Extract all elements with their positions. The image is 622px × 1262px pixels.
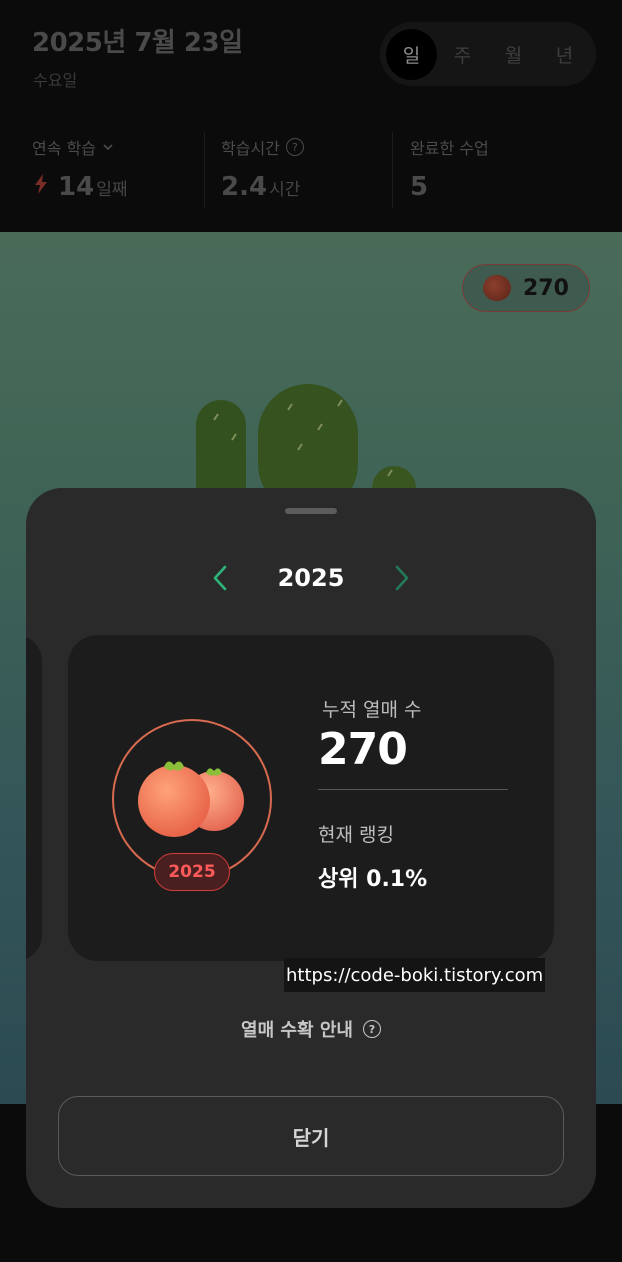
previous-year-card[interactable] [26, 635, 42, 961]
stat-streak-value: 14 [58, 172, 95, 202]
stat-streak-label-row: 연속 학습 [32, 136, 127, 158]
fruit-badge: 2025 [112, 719, 272, 891]
stat-study-time-value-row: 2.4 시간 [221, 172, 304, 202]
rank-value: 상위 0.1% [318, 867, 428, 892]
stat-streak-label: 연속 학습 [32, 139, 96, 158]
lightning-icon [35, 174, 47, 194]
next-year-button[interactable] [386, 562, 418, 594]
year-label: 2025 [277, 564, 345, 592]
rank-label: 현재 랭킹 [318, 824, 394, 846]
fruit-count-chip[interactable]: 270 [462, 264, 590, 312]
year-badge: 2025 [154, 853, 230, 891]
watermark-text: https://code-boki.tistory.com [284, 958, 546, 992]
year-fruit-card: 2025 누적 열매 수 270 현재 랭킹 상위 0.1% [68, 635, 554, 961]
header: 2025년 7월 23일 수요일 일 주 월 년 연속 학습 14 일째 학습시… [0, 0, 622, 232]
question-icon: ? [362, 1020, 381, 1038]
page-title: 2025년 7월 23일 [32, 28, 243, 58]
stat-study-time-unit: 시간 [269, 180, 301, 200]
stat-completed-label-row: 완료한 수업 [410, 136, 489, 158]
period-tab-week[interactable]: 주 [437, 29, 488, 80]
fruit-icon [138, 761, 244, 837]
weekday-label: 수요일 [33, 71, 78, 90]
chevron-down-icon [103, 144, 113, 151]
harvest-guide-label: 열매 수확 안내 [241, 1020, 353, 1041]
fruit-count: 270 [523, 275, 569, 301]
period-tab-year[interactable]: 년 [539, 29, 590, 80]
stat-divider [204, 132, 205, 208]
harvest-guide-link[interactable]: 열매 수확 안내 ? [26, 1016, 596, 1042]
stat-completed: 완료한 수업 5 [410, 136, 489, 202]
period-segmented-control: 일 주 월 년 [380, 22, 596, 86]
fruit-stats: 누적 열매 수 270 현재 랭킹 상위 0.1% [318, 695, 508, 893]
stat-study-time-label: 학습시간 [221, 139, 280, 158]
stat-completed-label: 완료한 수업 [410, 139, 489, 158]
period-tab-day[interactable]: 일 [386, 28, 437, 80]
stats-divider [318, 789, 508, 790]
fruit-harvest-sheet: 2025 2025 누적 열매 수 270 현재 랭킹 상위 0.1% http… [26, 488, 596, 1208]
stat-completed-value: 5 [410, 172, 429, 202]
stat-streak-unit: 일째 [96, 180, 128, 200]
stat-streak[interactable]: 연속 학습 14 일째 [32, 136, 127, 202]
question-icon[interactable]: ? [285, 138, 304, 156]
year-navigator: 2025 [26, 562, 596, 594]
close-button[interactable]: 닫기 [58, 1096, 564, 1176]
fruit-icon [483, 275, 511, 301]
period-tab-month[interactable]: 월 [488, 29, 539, 80]
cactus-illustration [196, 384, 416, 500]
total-fruit-label: 누적 열매 수 [322, 699, 422, 721]
stat-study-time-value: 2.4 [221, 172, 268, 202]
total-fruit-value: 270 [318, 724, 408, 775]
chevron-right-icon [395, 565, 409, 591]
stat-divider [392, 132, 393, 208]
stat-streak-value-row: 14 일째 [32, 172, 127, 202]
stat-study-time-label-row: 학습시간 ? [221, 136, 304, 158]
prev-year-button[interactable] [204, 562, 236, 594]
drag-handle[interactable] [285, 508, 337, 514]
stat-completed-value-row: 5 [410, 172, 489, 202]
stat-study-time: 학습시간 ? 2.4 시간 [221, 136, 304, 202]
chevron-left-icon [213, 565, 227, 591]
